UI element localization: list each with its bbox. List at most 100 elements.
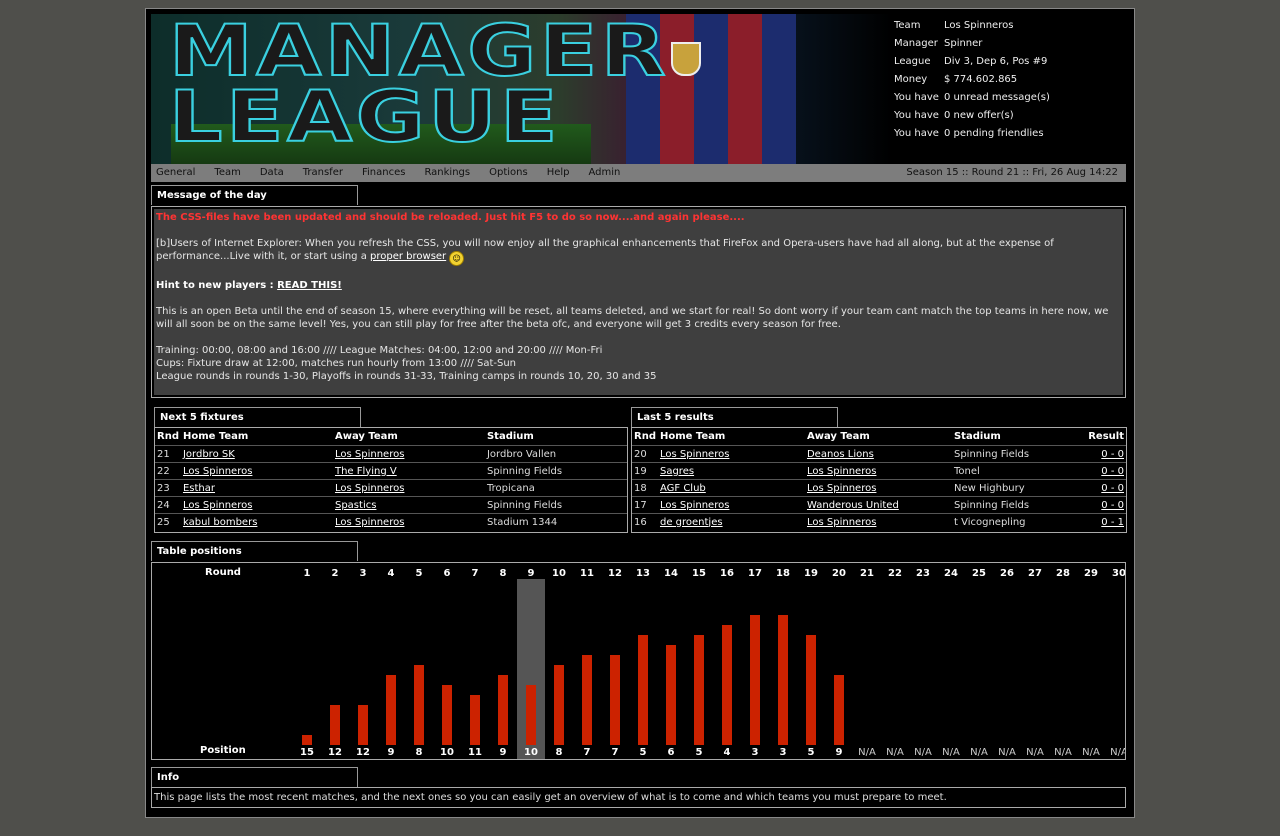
team-info-key: Team bbox=[894, 20, 921, 31]
team-link[interactable]: Esthar bbox=[183, 483, 215, 494]
team-link[interactable]: Los Spinneros bbox=[183, 466, 252, 477]
position-bar[interactable] bbox=[470, 695, 480, 745]
team-link[interactable]: Los Spinneros bbox=[807, 466, 876, 477]
table-cell: 23 bbox=[155, 479, 181, 497]
table-cell[interactable]: Los Spinneros bbox=[180, 496, 333, 514]
team-link[interactable]: Wanderous United bbox=[807, 500, 899, 511]
position-bar[interactable] bbox=[554, 665, 564, 745]
table-cell[interactable]: Los Spinneros bbox=[804, 462, 952, 480]
table-cell: 21 bbox=[155, 445, 181, 463]
table-cell[interactable]: Los Spinneros bbox=[804, 479, 952, 497]
position-bar[interactable] bbox=[722, 625, 732, 745]
position-bar[interactable] bbox=[610, 655, 620, 745]
table-cell[interactable]: Los Spinneros bbox=[804, 513, 952, 530]
team-link[interactable]: Spastics bbox=[335, 500, 376, 511]
team-link[interactable]: Deanos Lions bbox=[807, 449, 874, 460]
table-cell[interactable]: 0 - 0 bbox=[1067, 479, 1126, 497]
round-tick-label: 16 bbox=[720, 568, 734, 579]
menu-item-finances[interactable]: Finances bbox=[362, 164, 405, 182]
menu-item-transfer[interactable]: Transfer bbox=[303, 164, 343, 182]
column-header: Result bbox=[1088, 431, 1124, 442]
position-bar[interactable] bbox=[330, 705, 340, 745]
table-cell[interactable]: Deanos Lions bbox=[804, 445, 952, 463]
team-link[interactable]: AGF Club bbox=[660, 483, 706, 494]
round-tick-label: 10 bbox=[552, 568, 566, 579]
table-cell[interactable]: 0 - 0 bbox=[1067, 445, 1126, 463]
position-bar[interactable] bbox=[442, 685, 452, 745]
team-link[interactable]: de groentjes bbox=[660, 517, 723, 528]
team-link[interactable]: Jordbro SK bbox=[183, 449, 235, 460]
team-link[interactable]: Los Spinneros bbox=[335, 449, 404, 460]
team-link[interactable]: Los Spinneros bbox=[335, 483, 404, 494]
team-link[interactable]: Los Spinneros bbox=[660, 500, 729, 511]
results-table: Rnd Home Team Away Team Stadium Result 20 Los … bbox=[632, 428, 1126, 530]
table-cell: 24 bbox=[155, 496, 181, 514]
read-this-link[interactable]: READ THIS! bbox=[277, 280, 342, 291]
table-cell[interactable]: Los Spinneros bbox=[332, 479, 485, 497]
position-bar[interactable] bbox=[414, 665, 424, 745]
round-tick-label: 1 bbox=[304, 568, 311, 579]
column-header: Stadium bbox=[486, 431, 534, 442]
position-bar[interactable] bbox=[834, 675, 844, 745]
menu-item-general[interactable]: General bbox=[156, 164, 195, 182]
position-bar[interactable] bbox=[638, 635, 648, 745]
position-bar[interactable] bbox=[666, 645, 676, 745]
table-cell[interactable]: Wanderous United bbox=[804, 496, 952, 514]
table-cell[interactable]: AGF Club bbox=[657, 479, 805, 497]
result-link[interactable]: 0 - 0 bbox=[1101, 466, 1124, 477]
team-link[interactable]: kabul bombers bbox=[183, 517, 257, 528]
table-cell[interactable]: 0 - 0 bbox=[1067, 462, 1126, 480]
table-cell[interactable]: The Flying V bbox=[332, 462, 485, 480]
position-bar[interactable] bbox=[806, 635, 816, 745]
club-crest-icon bbox=[671, 42, 701, 76]
result-link[interactable]: 0 - 1 bbox=[1101, 517, 1124, 528]
table-cell[interactable]: Sagres bbox=[657, 462, 805, 480]
table-cell[interactable]: kabul bombers bbox=[180, 513, 333, 530]
menu-item-team[interactable]: Team bbox=[214, 164, 240, 182]
team-link[interactable]: Sagres bbox=[660, 466, 694, 477]
menu-item-help[interactable]: Help bbox=[547, 164, 570, 182]
team-link[interactable]: The Flying V bbox=[335, 466, 397, 477]
position-bar[interactable] bbox=[582, 655, 592, 745]
logo-line2: LEAGUE bbox=[168, 76, 562, 158]
team-link[interactable]: Los Spinneros bbox=[183, 500, 252, 511]
position-bar[interactable] bbox=[750, 615, 760, 745]
team-link[interactable]: Los Spinneros bbox=[660, 449, 729, 460]
table-cell[interactable]: 0 - 1 bbox=[1067, 513, 1126, 530]
menu-item-admin[interactable]: Admin bbox=[589, 164, 621, 182]
table-cell[interactable]: Los Spinneros bbox=[657, 496, 805, 514]
team-link[interactable]: Los Spinneros bbox=[807, 517, 876, 528]
table-cell[interactable]: Los Spinneros bbox=[332, 513, 485, 530]
table-cell[interactable]: Los Spinneros bbox=[657, 445, 805, 463]
position-bar[interactable] bbox=[358, 705, 368, 745]
menu-item-options[interactable]: Options bbox=[489, 164, 528, 182]
table-row: 19 Sagres Los Spinneros Tonel 0 - 0 bbox=[632, 462, 1126, 480]
table-cell[interactable]: de groentjes bbox=[657, 513, 805, 530]
menu-item-data[interactable]: Data bbox=[260, 164, 284, 182]
proper-browser-link[interactable]: proper browser bbox=[370, 251, 446, 262]
position-bar[interactable] bbox=[694, 635, 704, 745]
position-bar[interactable] bbox=[778, 615, 788, 745]
position-bar[interactable] bbox=[526, 685, 536, 745]
position-bar[interactable] bbox=[386, 675, 396, 745]
position-bar[interactable] bbox=[498, 675, 508, 745]
table-cell[interactable]: 0 - 0 bbox=[1067, 496, 1126, 514]
table-cell[interactable]: Spastics bbox=[332, 496, 485, 514]
result-link[interactable]: 0 - 0 bbox=[1101, 500, 1124, 511]
result-link[interactable]: 0 - 0 bbox=[1101, 449, 1124, 460]
result-link[interactable]: 0 - 0 bbox=[1101, 483, 1124, 494]
position-value-label: 3 bbox=[752, 747, 759, 758]
table-cell[interactable]: Los Spinneros bbox=[180, 462, 333, 480]
table-cell: Tonel bbox=[951, 462, 1068, 480]
table-cell[interactable]: Esthar bbox=[180, 479, 333, 497]
team-info-row: You have 0 pending friendlies bbox=[894, 125, 1124, 143]
team-link[interactable]: Los Spinneros bbox=[335, 517, 404, 528]
menu-item-rankings[interactable]: Rankings bbox=[424, 164, 470, 182]
column-header: Rnd bbox=[157, 431, 179, 442]
position-value-label: N/A bbox=[1082, 747, 1100, 758]
position-bar[interactable] bbox=[302, 735, 312, 745]
position-value-label: 9 bbox=[836, 747, 843, 758]
table-cell[interactable]: Jordbro SK bbox=[180, 445, 333, 463]
team-link[interactable]: Los Spinneros bbox=[807, 483, 876, 494]
table-cell[interactable]: Los Spinneros bbox=[332, 445, 485, 463]
